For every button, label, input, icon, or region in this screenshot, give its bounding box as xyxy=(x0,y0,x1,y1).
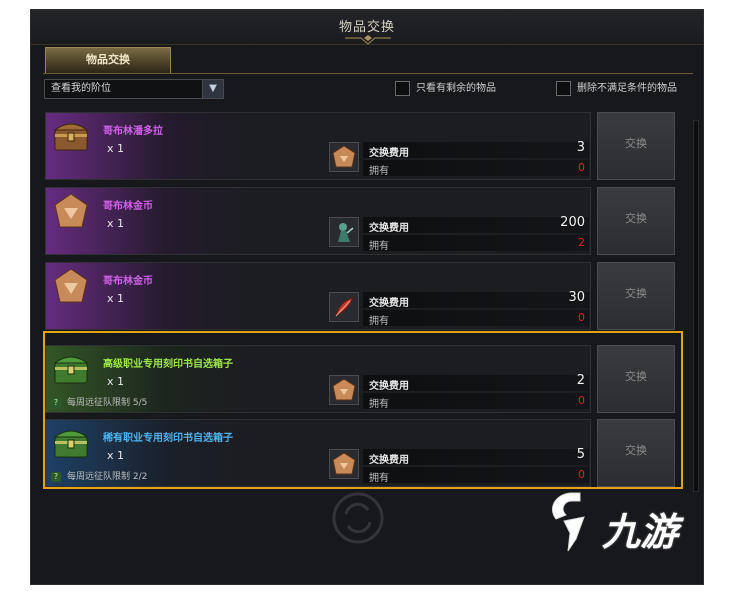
cost-label: 交换费用 xyxy=(369,223,409,234)
cost-value: 3 xyxy=(576,140,585,155)
cost-line: 交换费用 3 xyxy=(363,140,589,159)
checkbox-remaining-label: 只看有剩余的物品 xyxy=(416,83,496,94)
owned-line: 拥有 0 xyxy=(363,467,589,484)
cost-item-slot xyxy=(329,142,359,172)
checkbox-exclude-box[interactable] xyxy=(556,80,571,96)
goblin-coin-icon xyxy=(54,193,88,228)
tier-dropdown-value: 查看我的阶位 xyxy=(51,83,111,94)
weekly-limit-text: 每周远征队限制 2/2 xyxy=(67,472,148,482)
exchange-button[interactable]: 交换 xyxy=(597,345,675,413)
cost-item-slot xyxy=(329,375,359,405)
cost-item-slot xyxy=(329,292,359,322)
checkbox-exclude-label: 删除不满足条件的物品 xyxy=(577,83,677,94)
item-quantity: x 1 xyxy=(107,217,125,230)
list-item: 哥布林金币 x 1 交换费用 30 拥有 0 交换 xyxy=(45,262,675,330)
owned-label: 拥有 xyxy=(369,473,389,484)
owned-label: 拥有 xyxy=(369,241,389,252)
watermark-logo: 九游 xyxy=(540,487,700,557)
exchange-button[interactable]: 交换 xyxy=(597,112,675,180)
green-chest-icon xyxy=(53,430,89,458)
owned-value: 0 xyxy=(578,468,585,481)
goblin-coin-icon xyxy=(332,452,356,475)
goblin-figure-icon xyxy=(338,223,354,242)
green-chest-icon xyxy=(53,356,89,384)
weekly-limit: ? 每周远征队限制 5/5 xyxy=(51,395,147,408)
cost-value: 200 xyxy=(560,215,585,230)
weekly-limit-text: 每周远征队限制 5/5 xyxy=(67,398,148,408)
window-title: 物品交换 xyxy=(338,20,395,35)
item-name: 稀有职业专用刻印书自选箱子 xyxy=(103,433,233,444)
watermark-text: 九游 xyxy=(602,510,679,554)
checkbox-exclude-unmet[interactable]: 删除不满足条件的物品 xyxy=(556,80,677,98)
checkbox-remaining-box[interactable] xyxy=(395,80,410,96)
cost-line: 交换费用 200 xyxy=(363,215,589,234)
cost-line: 交换费用 2 xyxy=(363,373,589,392)
question-icon[interactable]: ? xyxy=(51,472,61,482)
owned-label: 拥有 xyxy=(369,166,389,177)
tab-bar: 物品交换 xyxy=(43,45,693,74)
owned-label: 拥有 xyxy=(369,316,389,327)
weekly-limit: ? 每周远征队限制 2/2 xyxy=(51,469,147,482)
item-quantity: x 1 xyxy=(107,292,125,305)
cost-label: 交换费用 xyxy=(369,455,409,466)
owned-line: 拥有 2 xyxy=(363,235,589,252)
exchange-button[interactable]: 交换 xyxy=(597,262,675,330)
list-item: 稀有职业专用刻印书自选箱子 x 1 ? 每周远征队限制 2/2 交换费用 5 拥有… xyxy=(45,419,675,487)
goblin-coin-icon xyxy=(54,268,88,303)
cost-line: 交换费用 30 xyxy=(363,290,589,309)
jiuyou-logo-icon xyxy=(552,492,585,552)
cost-label: 交换费用 xyxy=(369,381,409,392)
exchange-button[interactable]: 交换 xyxy=(597,419,675,487)
cost-item-slot xyxy=(329,449,359,479)
exchange-list: 哥布林潘多拉 x 1 交换费用 3 拥有 0 交换 哥布林金币 x 1 交换费用… xyxy=(45,112,691,492)
cost-value: 2 xyxy=(576,373,585,388)
owned-line: 拥有 0 xyxy=(363,160,589,177)
owned-line: 拥有 0 xyxy=(363,310,589,327)
checkbox-remaining-only[interactable]: 只看有剩余的物品 xyxy=(395,80,496,98)
tier-dropdown[interactable]: 查看我的阶位 ▼ xyxy=(44,79,224,99)
item-quantity: x 1 xyxy=(107,142,125,155)
exchange-button[interactable]: 交换 xyxy=(597,187,675,255)
chevron-down-icon[interactable]: ▼ xyxy=(202,80,223,98)
item-quantity: x 1 xyxy=(107,449,125,462)
list-item: 哥布林金币 x 1 交换费用 200 拥有 2 交换 xyxy=(45,187,675,255)
question-icon[interactable]: ? xyxy=(51,398,61,408)
owned-label: 拥有 xyxy=(369,399,389,410)
goblin-coin-icon xyxy=(332,145,356,168)
owned-value: 0 xyxy=(578,394,585,407)
item-quantity: x 1 xyxy=(107,375,125,388)
cost-item-slot xyxy=(329,217,359,247)
cost-label: 交换费用 xyxy=(369,298,409,309)
item-name: 高级职业专用刻印书自选箱子 xyxy=(103,359,233,370)
owned-value: 0 xyxy=(578,161,585,174)
cost-line: 交换费用 5 xyxy=(363,447,589,466)
owned-line: 拥有 0 xyxy=(363,393,589,410)
goblin-coin-icon xyxy=(332,378,356,401)
item-name: 哥布林潘多拉 xyxy=(103,126,163,137)
list-item: 哥布林潘多拉 x 1 交换费用 3 拥有 0 交换 xyxy=(45,112,675,180)
owned-value: 2 xyxy=(578,236,585,249)
item-name: 哥布林金币 xyxy=(103,201,153,212)
item-name: 哥布林金币 xyxy=(103,276,153,287)
treasure-chest-icon xyxy=(53,123,89,151)
red-feather-icon xyxy=(335,297,354,318)
cost-value: 5 xyxy=(576,447,585,462)
scrollbar[interactable] xyxy=(693,120,699,492)
owned-value: 0 xyxy=(578,311,585,324)
title-bar: 物品交换 xyxy=(31,10,703,45)
list-item: 高级职业专用刻印书自选箱子 x 1 ? 每周远征队限制 5/5 交换费用 2 拥有… xyxy=(45,345,675,413)
cost-label: 交换费用 xyxy=(369,148,409,159)
cost-value: 30 xyxy=(568,290,585,305)
filter-bar: 查看我的阶位 ▼ 只看有剩余的物品 删除不满足条件的物品 xyxy=(43,78,703,102)
tab-item-exchange[interactable]: 物品交换 xyxy=(45,47,171,73)
refresh-emblem-icon xyxy=(332,492,384,544)
